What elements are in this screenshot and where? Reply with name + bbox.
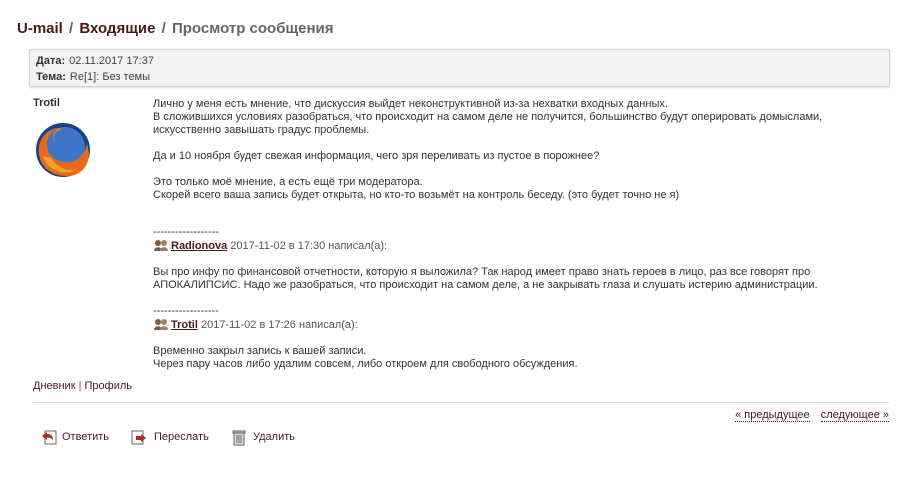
message-line: Скорей всего ваша запись будет открыта, … (153, 189, 680, 201)
quote-timestamp: 2017-11-02 в 17:30 написал(а): (230, 240, 388, 252)
date-label: Дата: (36, 55, 66, 67)
trash-icon (232, 430, 246, 446)
quote-body: Вы про инфу по финансовой отчетности, ко… (153, 266, 853, 292)
quote-header: Radionova 2017-11-02 в 17:30 написал(а): (153, 239, 387, 252)
reply-icon (42, 430, 57, 445)
diary-link[interactable]: Дневник (33, 380, 76, 392)
message-line: АПОКАЛИПСИС. Надо же разобраться, что пр… (153, 279, 818, 291)
message-line: Временно закрыл запись к вашей записи. (153, 345, 367, 357)
page-title: U-mail / Входящие / Просмотр сообщения (17, 20, 334, 37)
quote-author-link[interactable]: Radionova (171, 240, 227, 252)
breadcrumb-current: Просмотр сообщения (171, 20, 334, 37)
author-name[interactable]: Trotil (33, 97, 60, 109)
subject-value: Re[1]: Без темы (69, 71, 151, 83)
link-separator: | (78, 380, 82, 392)
message-navigation: « предыдущее следующее » (727, 409, 889, 422)
message-line: Через пару часов либо удалим совсем, либ… (153, 358, 578, 370)
breadcrumb-inbox[interactable]: Входящие (79, 20, 155, 37)
message-line: Это только моё мнение, а есть ещё три мо… (153, 176, 423, 188)
delete-button[interactable]: Удалить (230, 428, 300, 448)
message-line: Вы про инфу по финансовой отчетности, ко… (153, 266, 811, 278)
date-row: Дата: 02.11.2017 17:37 (36, 55, 154, 67)
reply-label: Ответить (62, 431, 110, 443)
quote-author-link[interactable]: Trotil (171, 319, 198, 331)
author-links: Дневник | Профиль (33, 380, 132, 392)
quote-divider: ------------------ (153, 305, 219, 317)
forward-button[interactable]: Переслать (130, 428, 210, 448)
user-profile-icon (154, 240, 168, 251)
forward-icon (131, 430, 146, 445)
breadcrumb-separator: / (161, 20, 166, 37)
quote-body: Временно закрыл запись к вашей записи. Ч… (153, 345, 853, 371)
message-meta-box: Дата: 02.11.2017 17:37 Тема: Re[1]: Без те… (29, 49, 890, 87)
message-paragraph-3: Это только моё мнение, а есть ещё три мо… (153, 176, 853, 202)
previous-message-link[interactable]: « предыдущее (735, 409, 810, 422)
subject-label: Тема: (36, 71, 66, 83)
quote-timestamp: 2017-11-02 в 17:26 написал(а): (200, 319, 358, 331)
breadcrumb-umail[interactable]: U-mail (17, 20, 63, 37)
message-paragraph-1: Лично у меня есть мнение, что дискуссия … (153, 98, 853, 137)
date-value: 02.11.2017 17:37 (69, 55, 154, 67)
breadcrumb-separator: / (69, 20, 74, 37)
message-paragraph-2: Да и 10 ноября будет свежая информация, … (153, 150, 600, 162)
quote-divider: ------------------ (153, 226, 219, 238)
delete-label: Удалить (253, 431, 295, 443)
profile-link[interactable]: Профиль (85, 380, 133, 392)
message-line: В сложившихся условиях разобраться, что … (153, 111, 823, 123)
divider (33, 402, 889, 403)
next-message-link[interactable]: следующее » (820, 409, 889, 422)
user-profile-icon (154, 319, 168, 330)
message-line: Лично у меня есть мнение, что дискуссия … (153, 98, 668, 110)
forward-label: Переслать (154, 431, 209, 443)
firefox-logo-avatar[interactable] (33, 120, 93, 180)
message-line: искусственно завышать градус проблемы. (153, 124, 370, 136)
quote-header: Trotil 2017-11-02 в 17:26 написал(а): (153, 318, 358, 331)
reply-button[interactable]: Ответить (40, 428, 115, 448)
subject-row: Тема: Re[1]: Без темы (36, 71, 150, 83)
